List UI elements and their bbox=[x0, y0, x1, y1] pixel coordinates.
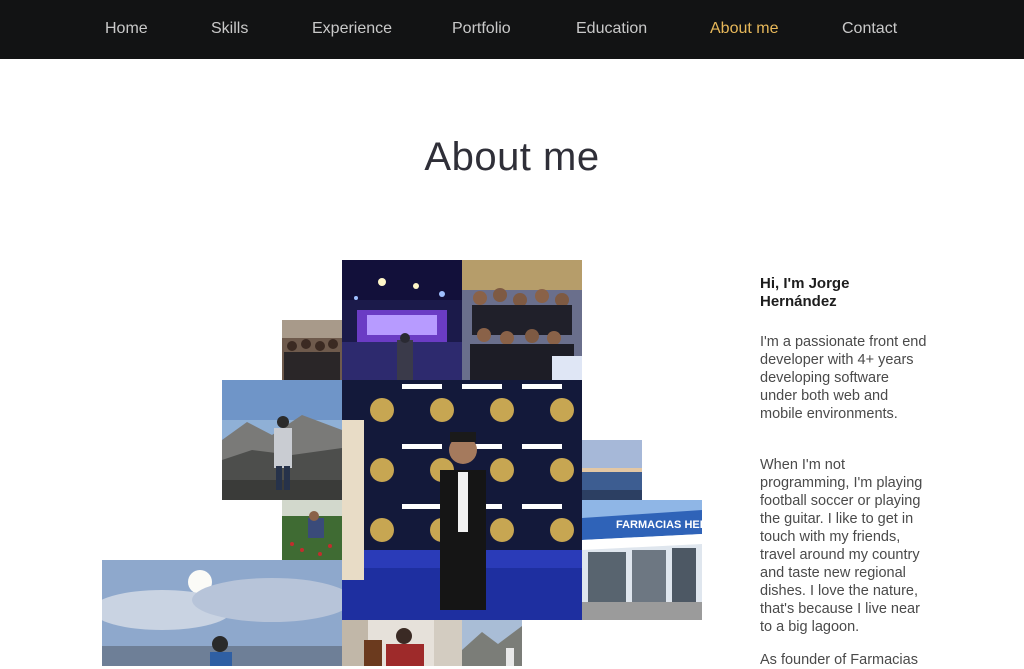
bio-heading: Hi, I'm Jorge Hernández bbox=[760, 275, 850, 310]
bio-paragraph: I'm a passionate front end developer wit… bbox=[760, 334, 927, 422]
top-navbar: Home Skills Experience Portfolio Educati… bbox=[0, 0, 1024, 59]
nav-item-experience[interactable]: Experience bbox=[312, 19, 392, 39]
nav-item-about-me[interactable]: About me bbox=[710, 19, 778, 39]
photo-demo-party-backdrop bbox=[342, 380, 582, 620]
nav-item-education[interactable]: Education bbox=[576, 19, 647, 39]
photo-strawberry-field bbox=[282, 500, 342, 560]
photo-lagoon-sunset bbox=[582, 440, 642, 500]
photo-mountain-hiker bbox=[222, 380, 342, 500]
photo-event-stage bbox=[342, 260, 462, 380]
photo-mountain-peak bbox=[462, 620, 522, 666]
photo-cello-player bbox=[342, 620, 462, 666]
storefront-sign-text: FARMACIAS HERN bbox=[616, 519, 702, 531]
photo-group-dinner bbox=[462, 260, 582, 380]
nav-item-home[interactable]: Home bbox=[105, 19, 148, 39]
bio-panel: Hi, I'm Jorge Hernández I'm a passionate… bbox=[760, 275, 930, 668]
photo-friends-group bbox=[282, 320, 342, 380]
bio-paragraph: As founder of Farmacias bbox=[760, 652, 918, 668]
nav-item-contact[interactable]: Contact bbox=[842, 19, 897, 39]
page-title: About me bbox=[424, 135, 600, 179]
nav-item-skills[interactable]: Skills bbox=[211, 19, 248, 39]
photo-sky-portrait bbox=[102, 560, 342, 666]
photo-pharmacy-storefront: FARMACIAS HERN bbox=[582, 500, 702, 620]
nav-item-portfolio[interactable]: Portfolio bbox=[452, 19, 511, 39]
bio-paragraph: When I'm not programming, I'm playing fo… bbox=[760, 457, 923, 635]
